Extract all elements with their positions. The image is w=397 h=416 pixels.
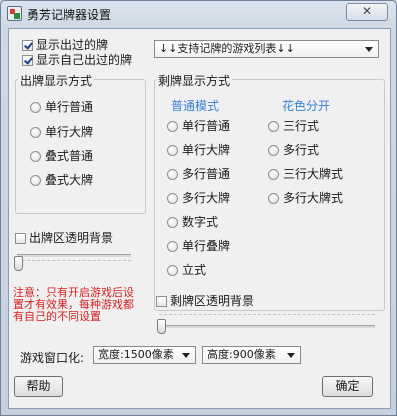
games-dropdown-value: ↓↓支持记牌的游戏列表↓↓ [159, 42, 295, 55]
show-own-played-option[interactable]: 显示自己出过的牌 [22, 51, 132, 68]
remaining-slider-ticks [159, 314, 375, 316]
dialog-client: 显示出过的牌 显示自己出过的牌 ↓↓支持记牌的游戏列表↓↓ 出牌显示方式 单行普… [8, 28, 391, 409]
radio-button[interactable] [268, 145, 279, 156]
notice-line: 有自己的不同设置 [13, 310, 101, 323]
radio-button[interactable] [268, 169, 279, 180]
normal-mode-header: 普通模式 [171, 99, 220, 113]
remaining-option-1[interactable]: 单行大牌 [167, 141, 230, 158]
remaining-option-label: 立式 [182, 263, 207, 277]
remaining-transparent-option[interactable]: 剩牌区透明背景 [156, 292, 254, 309]
show-own-played-label: 显示自己出过的牌 [36, 53, 133, 67]
width-dropdown-value: 宽度:1500像素 [98, 348, 174, 361]
remaining-option-label: 多行普通 [182, 167, 231, 181]
played-transparent-label: 出牌区透明背景 [29, 231, 114, 245]
remaining-option-label: 单行普通 [182, 119, 231, 133]
suit-option-label: 三行大牌式 [283, 167, 344, 181]
ok-button[interactable]: 确定 [322, 376, 373, 397]
suit-option-3[interactable]: 多行大牌式 [268, 189, 343, 206]
remaining-option-3[interactable]: 多行大牌 [167, 189, 230, 206]
help-button[interactable]: 帮助 [14, 376, 63, 397]
remaining-option-6[interactable]: 立式 [167, 261, 206, 278]
suit-option-1[interactable]: 多行式 [268, 141, 319, 158]
played-option-label: 单行普通 [45, 100, 94, 114]
notice-text: 注意：只有开启游戏后设 置才有效果，每种游戏都 有自己的不同设置 [13, 287, 163, 323]
radio-button[interactable] [268, 193, 279, 204]
played-option-label: 叠式大牌 [45, 173, 94, 187]
suit-mode-header: 花色分开 [282, 99, 331, 113]
remaining-slider-thumb[interactable] [157, 319, 166, 334]
played-option-3[interactable]: 叠式大牌 [30, 171, 93, 188]
played-option-label: 单行大牌 [45, 125, 94, 139]
radio-button[interactable] [167, 169, 178, 180]
show-played-checkbox[interactable] [22, 40, 33, 51]
height-dropdown-value: 高度:900像素 [207, 348, 276, 361]
chevron-down-icon [287, 353, 295, 358]
remaining-slider-track[interactable] [159, 325, 375, 328]
suit-option-0[interactable]: 三行式 [268, 117, 319, 134]
remaining-option-label: 单行大牌 [182, 143, 231, 157]
radio-button[interactable] [30, 127, 41, 138]
title-bar: 勇芳记牌器设置 ✕ [1, 1, 396, 27]
remaining-transparent-label: 剩牌区透明背景 [170, 294, 255, 308]
radio-button[interactable] [167, 121, 178, 132]
remaining-option-0[interactable]: 单行普通 [167, 117, 230, 134]
played-slider-track[interactable] [17, 254, 131, 257]
played-slider-ticks [17, 260, 131, 262]
show-own-played-checkbox[interactable] [22, 55, 33, 66]
radio-button[interactable] [30, 175, 41, 186]
remaining-option-2[interactable]: 多行普通 [167, 165, 230, 182]
suit-option-2[interactable]: 三行大牌式 [268, 165, 343, 182]
radio-button[interactable] [167, 265, 178, 276]
height-dropdown[interactable]: 高度:900像素 [202, 346, 301, 364]
chevron-down-icon [365, 47, 373, 52]
remaining-option-label: 单行叠牌 [182, 239, 231, 253]
radio-button[interactable] [30, 151, 41, 162]
chevron-down-icon [182, 353, 190, 358]
radio-button[interactable] [167, 241, 178, 252]
remaining-transparent-checkbox[interactable] [156, 296, 167, 307]
remaining-option-label: 多行大牌 [182, 191, 231, 205]
games-dropdown[interactable]: ↓↓支持记牌的游戏列表↓↓ [154, 40, 379, 58]
played-transparent-checkbox[interactable] [15, 233, 26, 244]
played-transparent-option[interactable]: 出牌区透明背景 [15, 229, 113, 246]
suit-option-label: 多行式 [283, 143, 320, 157]
width-dropdown[interactable]: 宽度:1500像素 [93, 346, 196, 364]
radio-button[interactable] [167, 145, 178, 156]
window-size-label: 游戏窗口化: [20, 351, 85, 365]
radio-button[interactable] [268, 121, 279, 132]
radio-button[interactable] [30, 102, 41, 113]
suit-option-label: 多行大牌式 [283, 191, 344, 205]
remaining-option-label: 数字式 [182, 215, 219, 229]
played-display-group-label: 出牌显示方式 [18, 72, 95, 89]
show-played-label: 显示出过的牌 [36, 38, 109, 52]
radio-button[interactable] [167, 193, 178, 204]
close-icon: ✕ [361, 4, 373, 18]
app-icon [7, 6, 22, 21]
radio-button[interactable] [167, 217, 178, 228]
settings-window: 勇芳记牌器设置 ✕ 显示出过的牌 显示自己出过的牌 ↓↓支持记牌的游戏列表↓↓ … [0, 0, 397, 416]
remaining-display-group-label: 剩牌显示方式 [156, 72, 233, 89]
remaining-option-5[interactable]: 单行叠牌 [167, 237, 230, 254]
remaining-option-4[interactable]: 数字式 [167, 213, 218, 230]
played-option-1[interactable]: 单行大牌 [30, 123, 93, 140]
close-button[interactable]: ✕ [346, 3, 388, 21]
suit-option-label: 三行式 [283, 119, 320, 133]
played-option-label: 叠式普通 [45, 149, 94, 163]
played-option-2[interactable]: 叠式普通 [30, 147, 93, 164]
window-title: 勇芳记牌器设置 [27, 8, 112, 22]
played-option-0[interactable]: 单行普通 [30, 98, 93, 115]
played-slider-thumb[interactable] [14, 256, 23, 271]
